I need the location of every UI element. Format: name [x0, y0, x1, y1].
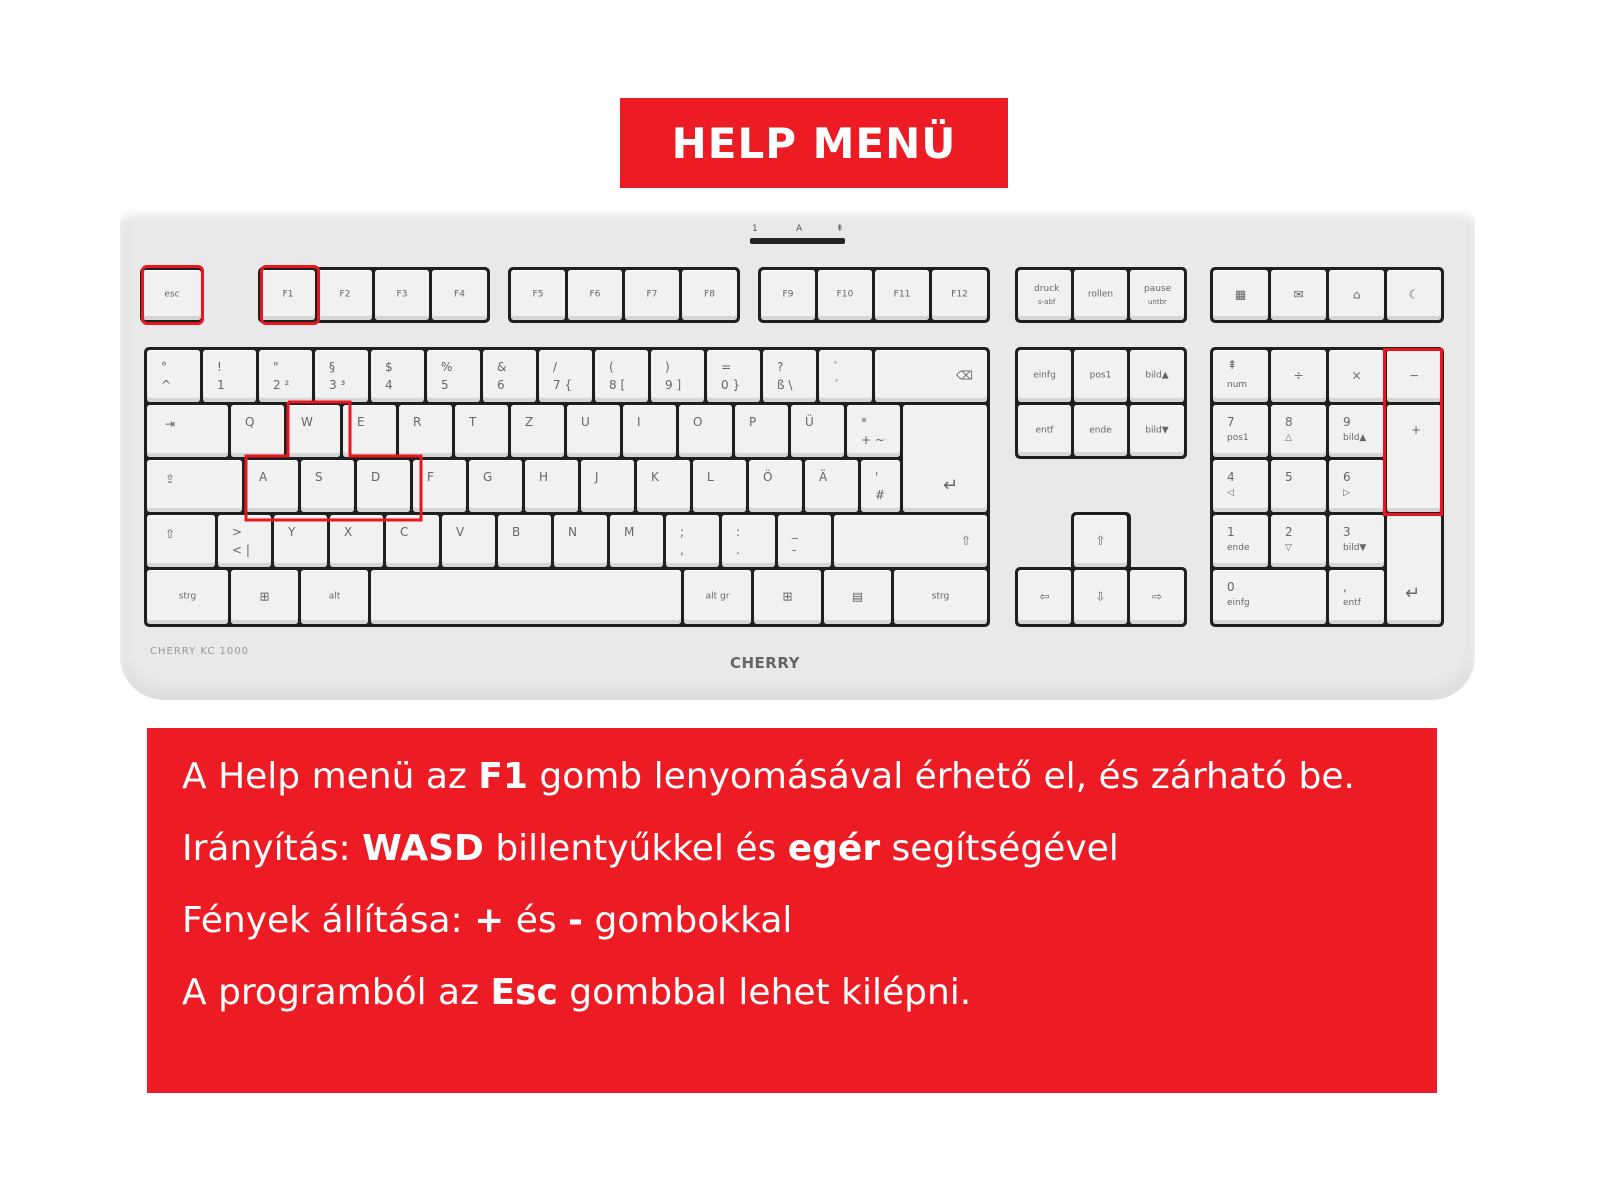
- title-banner: HELP MENÜ: [620, 98, 1008, 188]
- info-line-1: A Help menü az F1 gomb lenyomásával érhe…: [182, 756, 1355, 797]
- page-title: HELP MENÜ: [671, 118, 957, 168]
- info-line-3: Fények állítása: + és - gombokkal: [182, 900, 793, 941]
- info-line-2: Irányítás: WASD billentyűkkel és egér se…: [182, 828, 1119, 869]
- info-line-4: A programból az Esc gombbal lehet kilépn…: [182, 972, 972, 1013]
- highlight-wasd: [244, 400, 423, 522]
- info-panel: A Help menü az F1 gomb lenyomásával érhe…: [147, 728, 1437, 1093]
- keyboard-image: 1 A ⇞ esc F1 F2 F3 F4 F5 F6 F7 F8 F9 F10…: [120, 210, 1475, 700]
